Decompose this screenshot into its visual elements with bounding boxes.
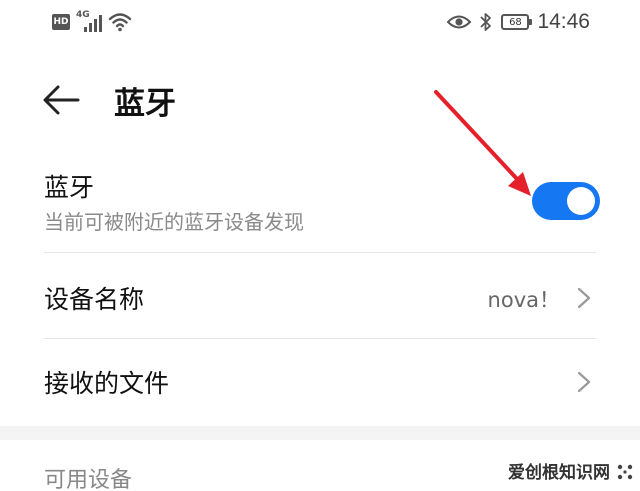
watermark-text: 爱创根知识网 [508,463,610,483]
red-arrow-annotation [434,90,531,196]
watermark: 爱创根知识网 [490,455,640,491]
watermark-logo-icon [617,464,633,480]
